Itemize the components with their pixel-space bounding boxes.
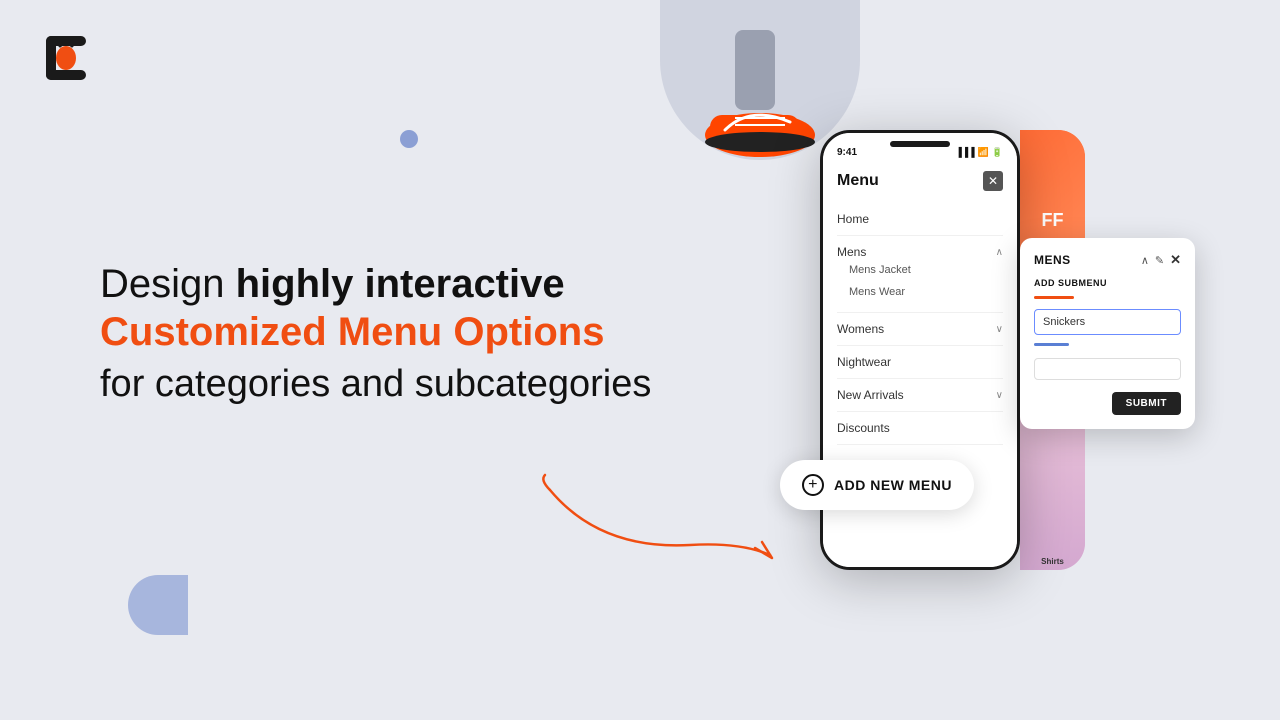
menu-item-discounts[interactable]: Discounts [837,412,1003,445]
menu-close-button[interactable]: ✕ [983,171,1003,191]
submenu-popup: MENS ∧ ✎ ✕ ADD SUBMENU SUBMIT [1020,238,1195,429]
menu-item-mens-label: Mens [837,245,866,259]
hero-text-block: Design highly interactive Customized Men… [100,260,651,409]
popup-orange-divider [1034,296,1074,299]
hero-line1-normal: Design [100,262,236,306]
popup-title: MENS [1034,253,1071,267]
submenu-item-jacket[interactable]: Mens Jacket [849,259,1003,281]
add-new-menu-button[interactable]: + ADD NEW MENU [780,460,974,510]
decorative-dot [400,130,418,148]
popup-action-buttons: ∧ ✎ ✕ [1141,252,1181,268]
mens-row: Mens ∧ [837,245,1003,259]
menu-item-new-arrivals-label: New Arrivals [837,388,904,402]
decorative-half-circle [128,575,188,635]
plus-icon: + [802,474,824,496]
logo [40,32,92,84]
submenu-input[interactable] [1034,309,1181,335]
status-icons: ▐▐▐ 📶 🔋 [955,147,1003,158]
phone-notch [890,141,950,147]
menu-item-nightwear[interactable]: Nightwear [837,346,1003,379]
hero-line1: Design highly interactive [100,260,651,308]
submenu-item-wear[interactable]: Mens Wear [849,281,1003,303]
menu-item-home[interactable]: Home [837,203,1003,236]
status-time: 9:41 [837,147,857,158]
chevron-down-icon-2: ∨ [996,390,1003,401]
popup-edit-icon[interactable]: ✎ [1155,254,1164,267]
menu-item-womens[interactable]: Womens ∨ [837,313,1003,346]
menu-item-home-label: Home [837,212,869,226]
signal-icon: ▐▐▐ [955,147,974,157]
phone-status-bar: 9:41 ▐▐▐ 📶 🔋 [823,133,1017,161]
popup-submit-button[interactable]: SUBMIT [1112,392,1181,415]
menu-item-mens[interactable]: Mens ∧ Mens Jacket Mens Wear [837,236,1003,313]
battery-icon: 🔋 [992,147,1003,158]
chevron-down-icon: ∨ [996,324,1003,335]
hero-line2: Customized Menu Options [100,308,651,356]
menu-title: Menu [837,172,879,190]
chevron-up-icon: ∧ [996,247,1003,258]
menu-item-nightwear-label: Nightwear [837,355,891,369]
menu-item-womens-label: Womens [837,322,884,336]
popup-section-title: ADD SUBMENU [1034,278,1181,288]
menu-header: Menu ✕ [837,171,1003,191]
menu-item-discounts-label: Discounts [837,421,890,435]
popup-input-2[interactable] [1034,358,1181,380]
menu-item-new-arrivals[interactable]: New Arrivals ∨ [837,379,1003,412]
wifi-icon: 📶 [978,147,989,158]
popup-header: MENS ∧ ✎ ✕ [1034,252,1181,268]
hero-line3: for categories and subcategories [100,360,651,409]
plus-symbol: + [808,476,818,494]
add-menu-label: ADD NEW MENU [834,477,952,493]
hero-line1-bold: highly interactive [236,262,565,306]
popup-close-button[interactable]: ✕ [1170,252,1181,268]
popup-chevron-icon[interactable]: ∧ [1141,254,1149,267]
popup-blue-divider [1034,343,1069,346]
decorative-arrow [540,470,800,570]
mens-submenu: Mens Jacket Mens Wear [837,259,1003,303]
close-icon: ✕ [988,174,998,188]
